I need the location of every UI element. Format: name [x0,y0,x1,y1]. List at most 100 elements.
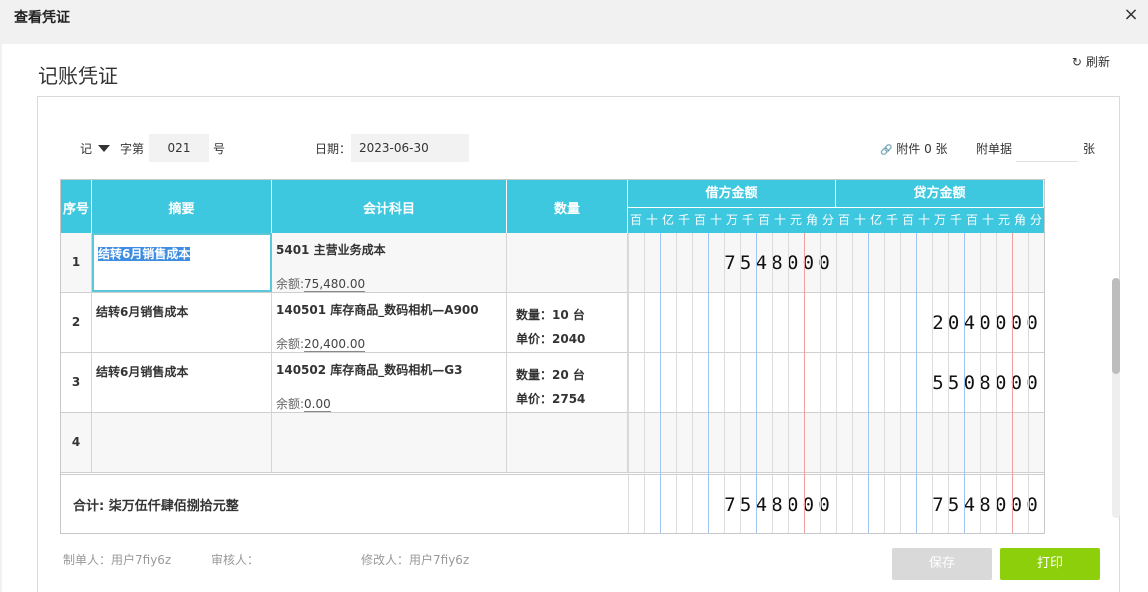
attach-doc-label: 附单据 [976,142,1013,156]
debit-amount[interactable] [628,353,832,412]
summary-cell[interactable]: 结转6月销售成本 [92,293,272,352]
window-titlebar: 查看凭证 × [0,0,1148,34]
credit-digit-header: 千 [948,208,964,233]
table-row: 2 结转6月销售成本 140501 库存商品_数码相机—A900 余额:20,4… [61,293,1044,353]
account-name: 140501 库存商品_数码相机—A900 [276,303,479,317]
save-button[interactable]: 保存 [892,548,992,580]
voucher-type-value: 记 [80,142,93,156]
digit-gridline [708,233,709,533]
date-label: 日期： [315,142,352,156]
digit-gridline [900,233,901,533]
digit-gridline [644,233,645,533]
voucher-panel: 记账凭证 ↻ 刷新 记 字第 021 号 日期： 2023-06-30 🔗 附件 … [2,44,1148,592]
quantity-cell[interactable]: 数量：10 台 单价：2040 [507,293,628,352]
refresh-button[interactable]: ↻ 刷新 [1072,53,1110,70]
word-label: 字第 [120,142,145,156]
amount-digit: 0 [802,494,815,516]
debit-amount[interactable] [628,293,832,352]
col-debit-header: 借方金额 [628,180,836,208]
quantity-text: 数量：10 台 [516,308,585,322]
attachment-link[interactable]: 🔗 附件 0 张 [880,140,948,157]
digit-gridline [1012,233,1013,533]
chevron-down-icon [98,145,110,152]
digit-gridline [836,233,837,533]
digit-gridline [948,233,949,533]
credit-digit-header: 百 [900,208,916,233]
digit-gridline [884,233,885,533]
debit-amount[interactable] [628,413,832,472]
debit-digit-header: 十 [644,208,660,233]
credit-amount[interactable]: 5508000 [836,353,1040,412]
debit-digit-header: 百 [692,208,708,233]
voucher-form: 记 字第 021 号 日期： 2023-06-30 🔗 附件 0 张 附单据 张… [37,96,1120,592]
attach-doc-input[interactable] [1016,134,1078,162]
credit-amount[interactable] [836,233,1040,292]
credit-digit-header: 角 [1012,208,1028,233]
row-seq: 4 [61,413,92,472]
digit-gridline [820,233,821,533]
digit-gridline [692,233,693,533]
voucher-type-select[interactable]: 记 [80,140,114,158]
col-credit-header: 贷方金额 [836,180,1044,208]
refresh-icon: ↻ [1071,55,1082,69]
scrollbar-thumb[interactable] [1112,278,1120,374]
total-row: 合计: 柒万伍仟肆佰捌拾元整 7548000 7548000 [61,474,1044,533]
close-icon[interactable]: × [1122,5,1140,25]
credit-digit-header: 亿 [868,208,884,233]
credit-digit-header: 十 [916,208,932,233]
credit-amount[interactable] [836,413,1040,472]
date-input[interactable]: 2023-06-30 [351,134,469,162]
amount-digit: 0 [1026,372,1038,394]
debit-digit-header: 元 [788,208,804,233]
digit-gridline [676,233,677,533]
reviewer-label: 审核人： [211,553,260,567]
row-seq: 1 [61,233,92,292]
account-cell[interactable]: 140502 库存商品_数码相机—G3 余额:0.00 [272,353,507,412]
unit-price-text: 单价：2040 [516,332,586,346]
table-row: 4 [61,413,1044,473]
attachment-label: 附件 0 张 [896,142,948,156]
quantity-cell[interactable] [507,233,628,292]
account-cell[interactable]: 5401 主营业务成本 余额:75,480.00 [272,233,507,292]
account-cell[interactable]: 140501 库存商品_数码相机—A900 余额:20,400.00 [272,293,507,352]
debit-digit-header: 亿 [660,208,676,233]
debit-digit-header: 十 [772,208,788,233]
credit-digit-header: 万 [932,208,948,233]
col-seq-header: 序号 [61,180,92,233]
debit-digit-header: 千 [740,208,756,233]
row-seq: 2 [61,293,92,352]
summary-cell[interactable] [92,413,272,472]
debit-digit-header: 千 [676,208,692,233]
amount-digit: 0 [802,252,815,274]
digit-gridline [996,233,997,533]
credit-amount[interactable]: 2040000 [836,293,1040,352]
account-name: 5401 主营业务成本 [276,243,386,257]
debit-digit-header: 十 [708,208,724,233]
credit-digit-header: 分 [1028,208,1044,233]
debit-amount[interactable]: 7548000 [628,233,832,292]
digit-gridline [932,233,933,533]
quantity-cell[interactable] [507,413,628,472]
account-cell[interactable] [272,413,507,472]
quantity-cell[interactable]: 数量：20 台 单价：2754 [507,353,628,412]
col-quantity-header: 数量 [507,180,628,233]
account-name: 140502 库存商品_数码相机—G3 [276,363,463,377]
voucher-number-input[interactable]: 021 [149,134,209,162]
maker-label: 制单人：用户7fiy6z [63,553,172,567]
unit-price-text: 单价：2754 [516,392,586,406]
scrollbar[interactable] [1112,278,1120,518]
refresh-label: 刷新 [1085,55,1110,69]
print-button[interactable]: 打印 [1000,548,1100,580]
summary-cell[interactable]: 结转6月销售成本 [92,353,272,412]
digit-gridline [916,233,917,533]
voucher-table: 序号 摘要 会计科目 数量 借方金额 贷方金额 百十亿千百十万千百十元角分百十亿… [60,179,1045,534]
summary-input[interactable]: 结转6月销售成本 [92,233,272,292]
debit-digit-header: 角 [804,208,820,233]
debit-digit-header: 分 [820,208,836,233]
col-account-header: 会计科目 [272,180,507,233]
digit-gridline [804,233,805,533]
summary-text: 结转6月销售成本 [98,247,191,261]
voucher-header: 记 字第 021 号 日期： 2023-06-30 🔗 附件 0 张 附单据 张 [38,133,1119,163]
total-label: 合计: 柒万伍仟肆佰捌拾元整 [73,499,239,514]
account-balance: 余额:0.00 [276,397,331,412]
